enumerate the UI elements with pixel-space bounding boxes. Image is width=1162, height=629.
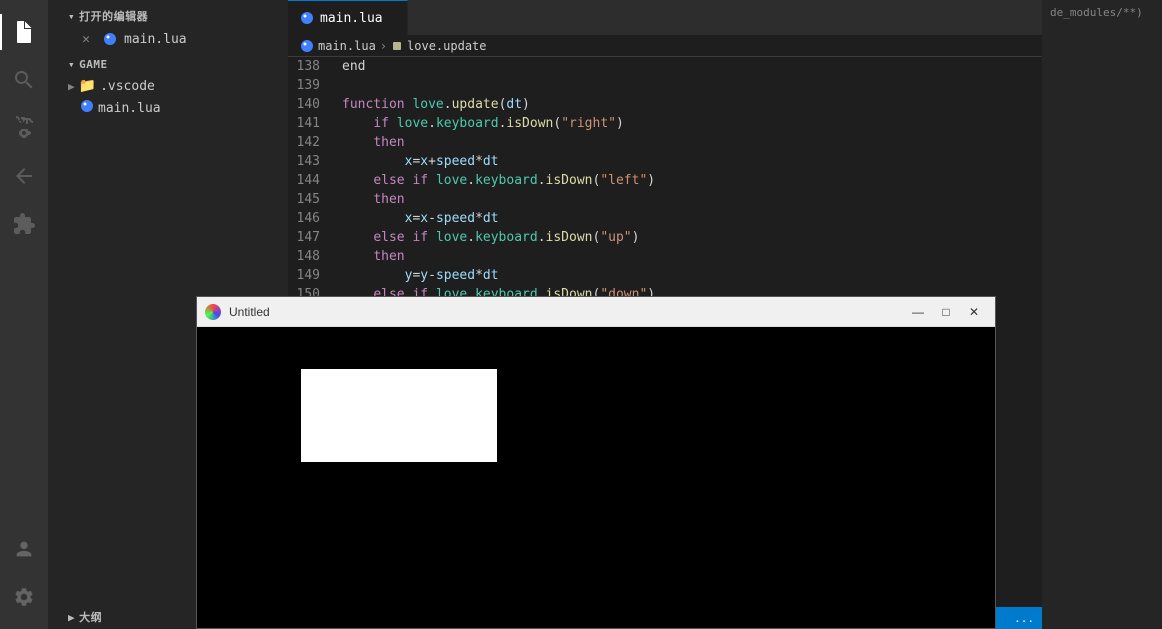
open-editors-label: 打开的编辑器 [79, 8, 148, 24]
settings-icon[interactable] [0, 573, 48, 621]
code-line: x=x-speed*dt [342, 209, 1042, 228]
game-folder-header[interactable]: ▾ GAME [48, 50, 288, 75]
minimize-button[interactable]: — [905, 302, 931, 322]
code-line: then [342, 190, 1042, 209]
right-panel-text: de_modules/**) [1042, 4, 1162, 21]
main-lua-tree-item[interactable]: main.lua [48, 97, 288, 119]
right-panel: de_modules/**) [1042, 0, 1162, 629]
tab-filename: main.lua [320, 11, 383, 26]
code-line: y=y-speed*dt [342, 266, 1042, 285]
line-number: 138 [288, 57, 330, 76]
code-line: if love.keyboard.isDown("right") [342, 114, 1042, 133]
love2d-icon [205, 304, 221, 320]
code-line [342, 76, 1042, 95]
code-line: else if love.keyboard.isDown("up") [342, 228, 1042, 247]
breadcrumb-separator: › [380, 39, 387, 53]
status-dots[interactable]: ... [1014, 612, 1034, 625]
chevron-down-icon2: ▾ [68, 58, 75, 71]
main-lua-tree-name: main.lua [98, 101, 161, 116]
tab-bar: main.lua [288, 0, 1042, 35]
code-line: end [342, 57, 1042, 76]
vscode-folder-name: .vscode [100, 79, 155, 94]
activity-bar [0, 0, 48, 629]
search-icon[interactable] [0, 56, 48, 104]
line-number: 149 [288, 266, 330, 285]
line-number: 145 [288, 190, 330, 209]
code-line: function love.update(dt) [342, 95, 1042, 114]
account-icon[interactable] [0, 525, 48, 573]
breadcrumb-file-icon [300, 39, 314, 53]
maximize-button[interactable]: □ [933, 302, 959, 322]
code-line: then [342, 247, 1042, 266]
game-folder-label: GAME [79, 58, 108, 71]
breadcrumb-symbol[interactable]: love.update [407, 39, 486, 53]
line-number: 139 [288, 76, 330, 95]
open-editor-main-lua[interactable]: ✕ main.lua [48, 28, 288, 50]
love2d-sprite [301, 369, 497, 462]
outline-label: 大纲 [79, 609, 102, 625]
line-number: 144 [288, 171, 330, 190]
tab-main-lua[interactable]: main.lua [288, 0, 408, 35]
breadcrumb-symbol-icon [391, 40, 403, 52]
chevron-right-icon: ▶ [68, 80, 75, 93]
close-file-icon[interactable]: ✕ [76, 29, 96, 49]
line-number: 142 [288, 133, 330, 152]
line-number: 146 [288, 209, 330, 228]
breadcrumb-filename[interactable]: main.lua [318, 39, 376, 53]
overlay-window-controls: — □ ✕ [905, 302, 987, 322]
line-number: 148 [288, 247, 330, 266]
love2d-window: Untitled — □ ✕ [196, 296, 996, 629]
chevron-down-icon: ▾ [68, 10, 75, 23]
open-editors-header[interactable]: ▾ 打开的编辑器 [48, 0, 288, 28]
line-number: 141 [288, 114, 330, 133]
lua-file-icon [100, 29, 120, 49]
source-control-icon[interactable] [0, 104, 48, 152]
open-editor-filename: main.lua [124, 32, 187, 47]
vscode-folder-item[interactable]: ▶ 📁 .vscode [48, 75, 288, 97]
line-number: 140 [288, 95, 330, 114]
lua-tree-icon [80, 99, 94, 117]
extensions-icon[interactable] [0, 200, 48, 248]
overlay-canvas[interactable] [197, 327, 995, 628]
code-line: x=x+speed*dt [342, 152, 1042, 171]
code-line: then [342, 133, 1042, 152]
line-number: 147 [288, 228, 330, 247]
overlay-titlebar[interactable]: Untitled — □ ✕ [197, 297, 995, 327]
breadcrumb: main.lua › love.update [288, 35, 1042, 57]
chevron-right-outline-icon: ▶ [68, 611, 75, 624]
close-button[interactable]: ✕ [961, 302, 987, 322]
folder-icon: 📁 [79, 78, 96, 94]
code-line: else if love.keyboard.isDown("left") [342, 171, 1042, 190]
tab-lua-icon [300, 11, 314, 25]
run-debug-icon[interactable] [0, 152, 48, 200]
overlay-title-text: Untitled [229, 305, 897, 319]
files-icon[interactable] [0, 8, 48, 56]
line-number: 143 [288, 152, 330, 171]
